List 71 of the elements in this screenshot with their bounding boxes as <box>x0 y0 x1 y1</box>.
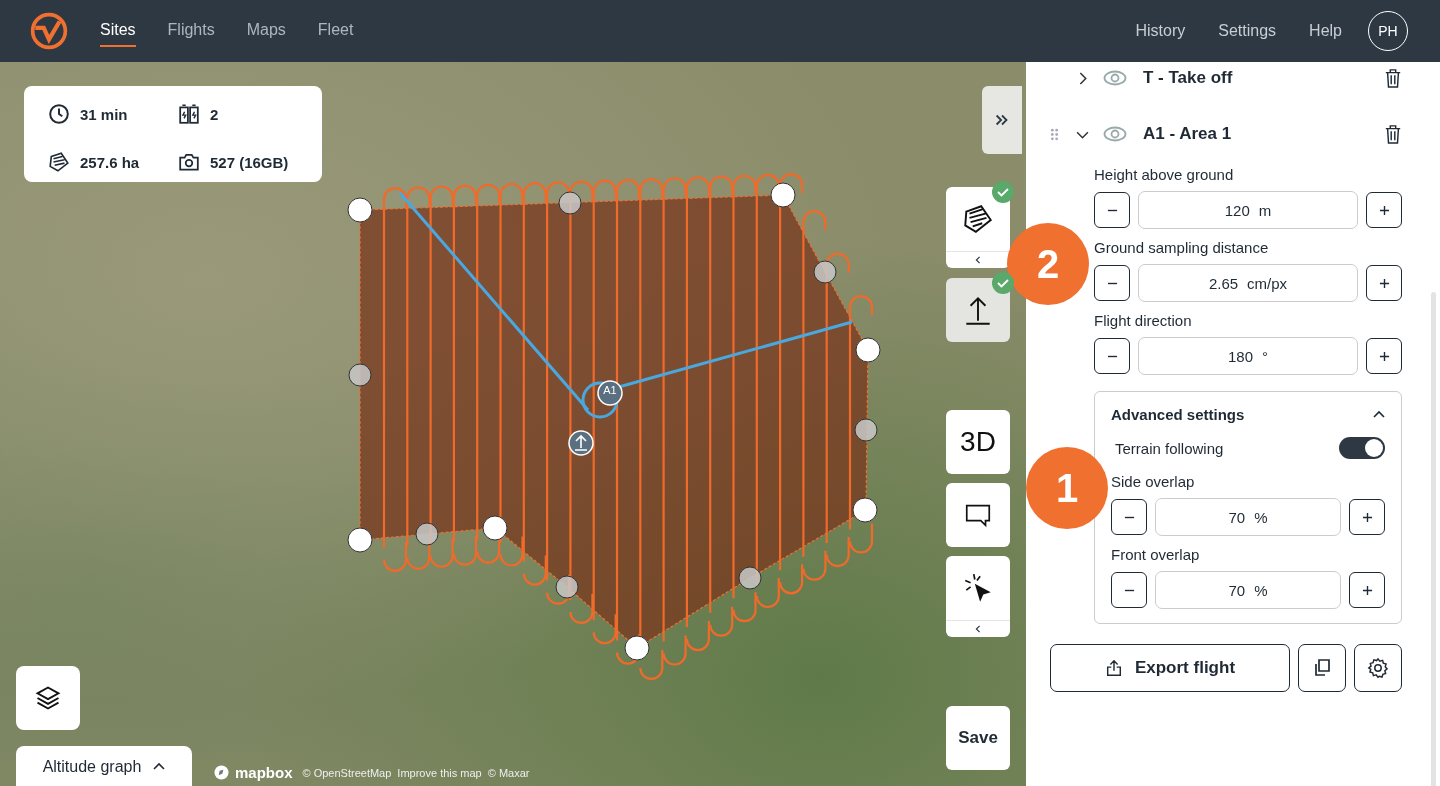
header-link[interactable]: History <box>1135 22 1186 40</box>
number-input[interactable]: 70 % <box>1155 571 1341 609</box>
field-label: Flight direction <box>1094 312 1193 329</box>
duplicate-button[interactable] <box>1298 644 1346 692</box>
trash-icon[interactable] <box>1384 124 1402 144</box>
layers-icon <box>34 684 62 712</box>
decrement-button[interactable] <box>1111 572 1147 608</box>
chevron-left-icon <box>974 625 982 633</box>
plus-icon <box>1378 350 1390 362</box>
settings-button[interactable] <box>1354 644 1402 692</box>
drag-handle-icon[interactable] <box>1050 127 1059 141</box>
toggle-switch[interactable] <box>1339 437 1385 459</box>
item-title[interactable]: A1 - Area 1 <box>1143 124 1370 144</box>
attribution-link[interactable]: © Maxar <box>487 766 530 779</box>
number-input[interactable]: 70 % <box>1155 498 1341 536</box>
header-link[interactable]: Settings <box>1218 22 1277 40</box>
view-tool-button[interactable]: 3D <box>946 410 1010 474</box>
copy-icon <box>1312 658 1332 678</box>
trash-icon[interactable] <box>1384 68 1402 88</box>
plus-icon <box>1361 511 1373 523</box>
area-icon <box>48 151 70 173</box>
decrement-button[interactable] <box>1094 265 1130 301</box>
share-icon <box>1104 659 1123 677</box>
plus-icon <box>1378 277 1390 289</box>
plan-tool-button[interactable] <box>946 187 1010 268</box>
nav-tab[interactable]: Sites <box>100 15 136 47</box>
chevron-left-icon <box>974 256 982 264</box>
increment-button[interactable] <box>1366 265 1402 301</box>
section-title[interactable]: Advanced settings <box>1111 406 1245 423</box>
mapbox-logo-icon <box>214 765 229 780</box>
export-flight-button[interactable]: Export flight <box>1050 644 1290 692</box>
plus-icon <box>1361 584 1373 596</box>
toggle-label: Terrain following <box>1115 439 1224 457</box>
field-label: Side overlap <box>1111 473 1196 490</box>
increment-button[interactable] <box>1349 572 1385 608</box>
settings-icon <box>1367 657 1389 679</box>
field-label: Height above ground <box>1094 166 1235 183</box>
logo-icon[interactable] <box>30 12 68 50</box>
header-link[interactable]: Help <box>1309 22 1342 40</box>
camera-icon <box>178 151 200 173</box>
battery-icon <box>178 103 200 125</box>
decrement-button[interactable] <box>1111 499 1147 535</box>
decrement-button[interactable] <box>1094 192 1130 228</box>
number-input[interactable]: 180 ° <box>1138 337 1358 375</box>
mapbox-logo-text: mapbox <box>235 764 293 781</box>
increment-button[interactable] <box>1349 499 1385 535</box>
item-title[interactable]: T - Take off <box>1143 68 1370 88</box>
attribution-link[interactable]: © OpenStreetMap <box>302 766 392 779</box>
stat-value: 257.6 ha <box>80 153 140 171</box>
increment-button[interactable] <box>1366 338 1402 374</box>
area-icon <box>961 202 995 236</box>
number-input[interactable]: 2.65 cm/px <box>1138 264 1358 302</box>
attribution-link[interactable]: Improve this map <box>397 766 482 779</box>
altitude-graph-toggle[interactable]: Altitude graph <box>16 746 192 786</box>
view-tool-button[interactable] <box>946 556 1010 637</box>
field-label: Ground sampling distance <box>1094 239 1270 256</box>
stat-value: 2 <box>210 105 219 123</box>
increment-button[interactable] <box>1366 192 1402 228</box>
view-tool-button[interactable] <box>946 483 1010 547</box>
nav-tab[interactable]: Fleet <box>317 15 354 47</box>
stat-value: 527 (16GB) <box>210 153 289 171</box>
stat-value: 31 min <box>80 105 128 123</box>
nav-tab[interactable]: Maps <box>246 15 286 47</box>
plus-icon <box>1378 204 1390 216</box>
layers-button[interactable] <box>16 666 80 730</box>
number-input[interactable]: 120 m <box>1138 191 1358 229</box>
save-button[interactable]: Save <box>946 706 1010 770</box>
clock-icon <box>48 103 70 125</box>
field-label: Front overlap <box>1111 546 1201 563</box>
decrement-button[interactable] <box>1094 338 1130 374</box>
nav-tab[interactable]: Flights <box>167 15 215 47</box>
